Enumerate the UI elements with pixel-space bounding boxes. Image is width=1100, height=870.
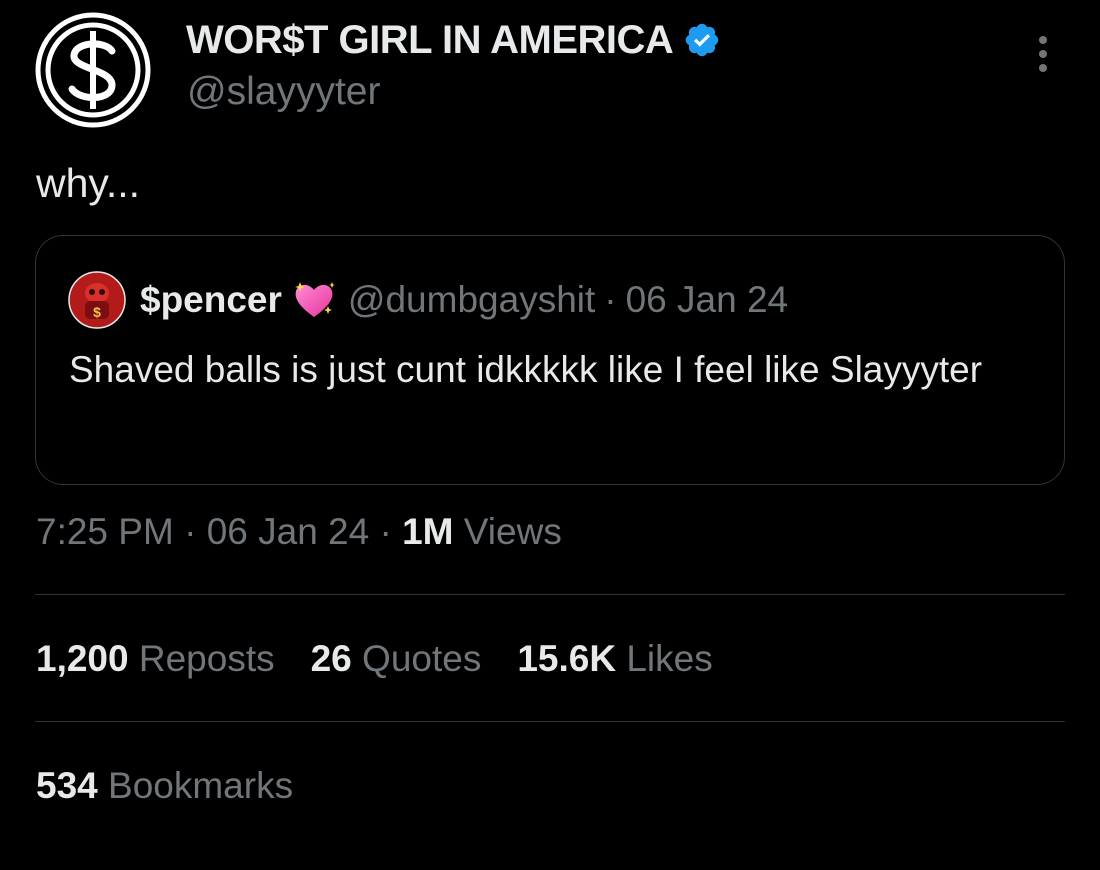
sparkling-heart-icon bbox=[292, 280, 336, 320]
tweet-text: why... bbox=[36, 160, 141, 206]
meta-separator: · bbox=[184, 511, 197, 552]
more-dot-icon bbox=[1039, 36, 1047, 44]
divider bbox=[35, 721, 1065, 722]
quoted-author-handle[interactable]: @dumbgayshit bbox=[348, 279, 595, 321]
bookmarks-count: 534 bbox=[36, 765, 98, 806]
likes-stat[interactable]: 15.6K Likes bbox=[517, 638, 712, 680]
bookmarks-stat[interactable]: 534 Bookmarks bbox=[36, 765, 293, 807]
tweet-meta: 7:25 PM · 06 Jan 24 · 1M Views bbox=[36, 511, 562, 553]
verified-badge-icon bbox=[686, 23, 719, 57]
dollar-sign-circle-icon bbox=[35, 12, 151, 128]
reposts-stat[interactable]: 1,200 Reposts bbox=[36, 638, 275, 680]
author-avatar[interactable] bbox=[34, 11, 152, 129]
quoted-separator: · bbox=[604, 279, 617, 320]
likes-label: Likes bbox=[626, 638, 713, 679]
meta-separator: · bbox=[379, 511, 392, 552]
svg-text:$: $ bbox=[93, 304, 101, 320]
quoted-author-name[interactable]: $pencer bbox=[140, 279, 282, 321]
quotes-count: 26 bbox=[310, 638, 352, 679]
quoted-tweet-date[interactable]: 06 Jan 24 bbox=[626, 279, 789, 321]
quotes-label: Quotes bbox=[362, 638, 482, 679]
quotes-stat[interactable]: 26 Quotes bbox=[311, 638, 482, 680]
author-handle[interactable]: @slayyyter bbox=[187, 70, 380, 114]
author-name[interactable]: WOR$T GIRL IN AMERICA bbox=[186, 18, 674, 63]
author-name-row[interactable]: WOR$T GIRL IN AMERICA bbox=[186, 14, 721, 66]
more-dot-icon bbox=[1039, 64, 1047, 72]
more-options-button[interactable] bbox=[1024, 32, 1062, 76]
divider bbox=[35, 594, 1065, 595]
quoted-tweet-header: $ $pencer @dumbgayshit · 06 Jan 24 bbox=[68, 271, 789, 329]
reposts-count: 1,200 bbox=[36, 638, 129, 679]
tweet: WOR$T GIRL IN AMERICA @slayyyter why... bbox=[0, 0, 1100, 870]
more-dot-icon bbox=[1039, 50, 1047, 58]
likes-count: 15.6K bbox=[517, 638, 617, 679]
views-label: Views bbox=[463, 511, 562, 552]
quoted-tweet-text: Shaved balls is just cunt idkkkkk like I… bbox=[69, 349, 983, 390]
quoted-author-avatar[interactable]: $ bbox=[68, 271, 126, 329]
reposts-label: Reposts bbox=[138, 638, 275, 679]
tweet-date[interactable]: 06 Jan 24 bbox=[207, 511, 370, 552]
bookmarks-label: Bookmarks bbox=[108, 765, 294, 806]
tweet-time[interactable]: 7:25 PM bbox=[36, 511, 174, 552]
quoted-tweet-card[interactable]: $ $pencer @dumbgayshit · 06 Jan 24 Shave… bbox=[35, 235, 1065, 485]
engagement-stats: 1,200 Reposts 26 Quotes 15.6K Likes bbox=[36, 638, 713, 680]
views-count: 1M bbox=[402, 511, 454, 552]
quoted-avatar-image: $ bbox=[68, 271, 126, 329]
